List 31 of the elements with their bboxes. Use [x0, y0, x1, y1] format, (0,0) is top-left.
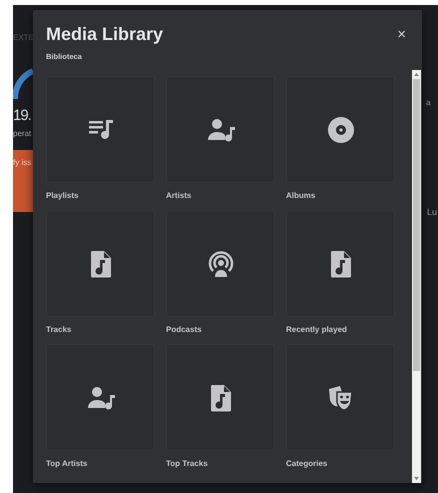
- disc-icon: [326, 116, 354, 144]
- tile-label: Top Tracks: [166, 458, 209, 470]
- tile-button[interactable]: [166, 344, 275, 451]
- theater-masks-icon: [326, 384, 354, 412]
- tile-button[interactable]: [286, 76, 395, 183]
- tile-button[interactable]: [166, 210, 275, 317]
- gauge-arc: [13, 67, 33, 99]
- tile-label: Tracks: [46, 324, 72, 336]
- gauge-label: perat: [13, 129, 32, 138]
- tile-label: Recently played: [286, 324, 348, 336]
- close-button[interactable]: ×: [393, 26, 410, 43]
- tile-label: Artists: [166, 190, 192, 202]
- dialog-title: Media Library: [46, 24, 164, 45]
- tile-button[interactable]: [166, 76, 275, 183]
- tile-label: Albums: [286, 190, 316, 202]
- background-text: EXTE: [13, 33, 34, 42]
- tile-label: Categories: [286, 458, 328, 470]
- background-text: Lu: [427, 207, 438, 217]
- background-text: a: [426, 98, 430, 107]
- gauge-value: 19.: [13, 107, 31, 124]
- tile-label: Podcasts: [166, 324, 203, 336]
- tile-button[interactable]: [286, 344, 395, 451]
- podcast-icon: [206, 250, 234, 278]
- tile-label: Playlists: [46, 190, 80, 202]
- scrollbar[interactable]: [412, 70, 421, 483]
- tile-button[interactable]: [46, 210, 155, 317]
- tile-button[interactable]: [286, 210, 395, 317]
- tile-label: Top Artists: [46, 458, 88, 470]
- tile-button[interactable]: [46, 76, 155, 183]
- tile-button[interactable]: [46, 344, 155, 451]
- scroll-thumb[interactable]: [413, 79, 420, 371]
